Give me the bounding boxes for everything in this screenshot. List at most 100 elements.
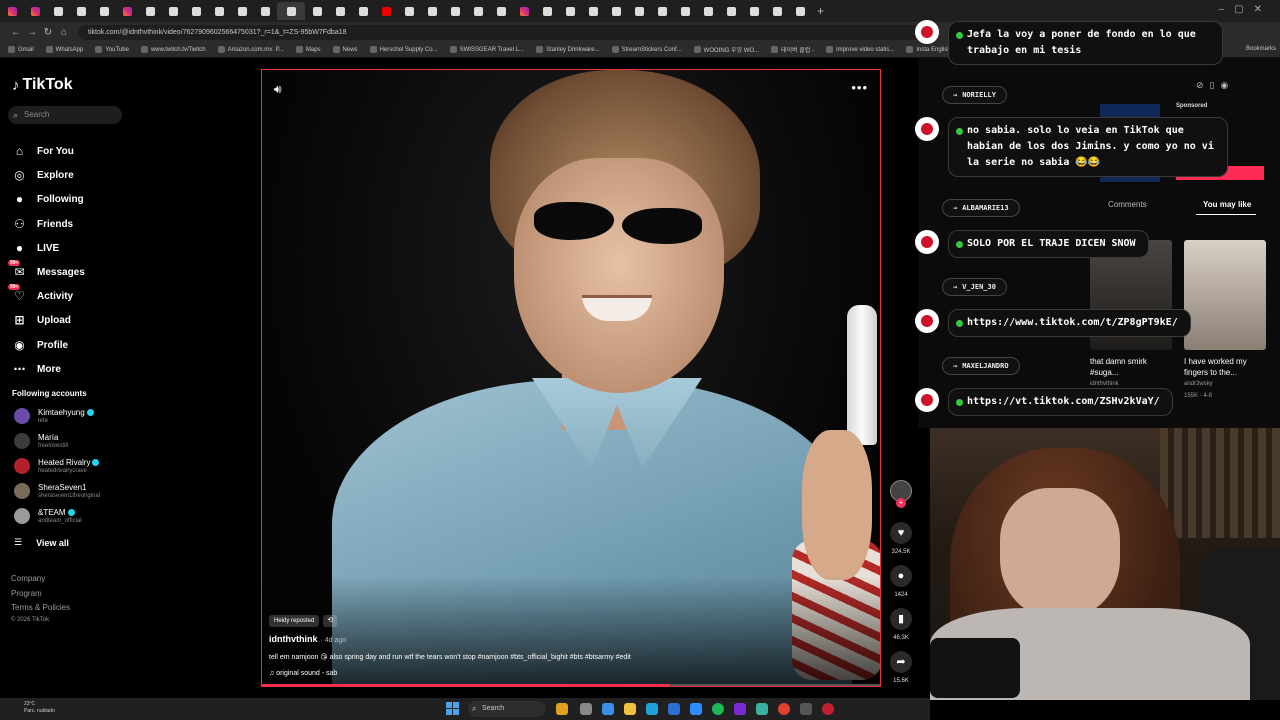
browser-tab[interactable] bbox=[651, 2, 673, 20]
bookmark-item[interactable]: Amazon.com.mx: P... bbox=[217, 46, 284, 53]
nav-item-for-you[interactable]: ⌂ For You bbox=[12, 142, 74, 160]
bookmark-icon[interactable]: ▮ bbox=[890, 608, 912, 630]
browser-tab[interactable] bbox=[789, 2, 811, 20]
recommended-title[interactable]: I have worked my fingers to the... bbox=[1184, 356, 1264, 378]
bookmark-item[interactable]: Gmail bbox=[8, 46, 34, 53]
footer-program[interactable]: Program bbox=[11, 589, 42, 598]
search-input[interactable]: ⌕ Search bbox=[8, 106, 122, 124]
back-icon[interactable]: ← bbox=[8, 27, 24, 38]
taskbar-app-icon[interactable] bbox=[822, 703, 834, 715]
browser-tab[interactable] bbox=[720, 2, 742, 20]
browser-tab[interactable] bbox=[329, 2, 351, 20]
recommended-title[interactable]: that damn smirk #suga... bbox=[1090, 356, 1170, 378]
browser-tab[interactable] bbox=[674, 2, 696, 20]
taskbar-app-icon[interactable] bbox=[556, 703, 568, 715]
browser-tab[interactable] bbox=[306, 2, 328, 20]
following-account[interactable]: María freelovestill bbox=[14, 433, 68, 449]
nav-item-activity[interactable]: ♡ 99+ Activity bbox=[8, 283, 73, 305]
bookmark-item[interactable]: SWISSGEAR Travel L... bbox=[449, 46, 524, 53]
browser-tab[interactable] bbox=[1, 2, 23, 20]
browser-tab[interactable] bbox=[513, 2, 535, 20]
url-field[interactable]: tiktok.com/@idnthvthink/video/7627909602… bbox=[78, 24, 938, 40]
top-right-icons[interactable]: ⊘▯◉ bbox=[1196, 80, 1234, 91]
author-name[interactable]: idnthvthink bbox=[269, 634, 318, 644]
nav-item-live[interactable]: ● LIVE bbox=[12, 239, 59, 257]
browser-tab-active[interactable] bbox=[277, 2, 305, 20]
like-icon[interactable]: ♥ bbox=[890, 522, 912, 544]
browser-tab[interactable] bbox=[490, 2, 512, 20]
bookmark-item[interactable]: WOOING 우잉 WO... bbox=[693, 45, 759, 54]
browser-tab[interactable] bbox=[421, 2, 443, 20]
following-account[interactable]: Heated Rivalry heatedrivalrycrave bbox=[14, 458, 100, 474]
browser-tab[interactable] bbox=[208, 2, 230, 20]
browser-tab[interactable] bbox=[398, 2, 420, 20]
bookmark-item[interactable]: WhatsApp bbox=[45, 46, 83, 53]
bookmark-item[interactable]: YouTube bbox=[95, 46, 129, 53]
browser-tab[interactable] bbox=[628, 2, 650, 20]
following-account[interactable]: Kimtaehyung tete bbox=[14, 408, 94, 424]
browser-tab[interactable] bbox=[467, 2, 489, 20]
bookmark-item[interactable]: 테이버 클럽 - bbox=[771, 45, 814, 54]
volume-icon[interactable]: 🔊︎ bbox=[274, 82, 282, 97]
video-player[interactable]: 🔊︎ ••• Heidy reposted ⟲ idnthvthink · 4d … bbox=[261, 69, 881, 687]
browser-tab[interactable] bbox=[24, 2, 46, 20]
edge-icon[interactable] bbox=[646, 703, 658, 715]
following-account[interactable]: &TEAM andteam_official bbox=[14, 508, 82, 524]
bookmark-item[interactable]: News bbox=[332, 46, 358, 53]
bookmark-item[interactable]: Maps bbox=[295, 46, 321, 53]
new-tab-icon[interactable]: + bbox=[817, 4, 824, 18]
repost-tag[interactable]: Heidy reposted ⟲ bbox=[269, 614, 338, 628]
browser-tab[interactable] bbox=[185, 2, 207, 20]
recommended-user[interactable]: andr3wsky bbox=[1184, 381, 1213, 387]
browser-tab[interactable] bbox=[375, 2, 397, 20]
spotify-icon[interactable] bbox=[712, 703, 724, 715]
weather-widget[interactable]: 23°C Parc. nublado bbox=[24, 701, 55, 715]
browser-tab[interactable] bbox=[116, 2, 138, 20]
browser-tab[interactable] bbox=[605, 2, 627, 20]
tab-comments[interactable]: Comments bbox=[1108, 200, 1147, 209]
browser-tab[interactable] bbox=[536, 2, 558, 20]
footer-terms[interactable]: Terms & Policies bbox=[11, 603, 70, 612]
nav-item-following[interactable]: ● Following bbox=[12, 190, 84, 208]
browser-tab[interactable] bbox=[254, 2, 276, 20]
footer-company[interactable]: Company bbox=[11, 574, 45, 583]
browser-tab[interactable] bbox=[231, 2, 253, 20]
browser-tab[interactable] bbox=[766, 2, 788, 20]
browser-tab[interactable] bbox=[47, 2, 69, 20]
chrome-icon[interactable] bbox=[778, 703, 790, 715]
nav-item-profile[interactable]: ◉ Profile bbox=[12, 336, 68, 354]
tab-you-may-like[interactable]: You may like bbox=[1203, 200, 1251, 209]
following-account[interactable]: SheraSeven1 sheraseven1theoriginal bbox=[14, 483, 100, 499]
reload-icon[interactable]: ↻ bbox=[40, 27, 56, 38]
browser-tab[interactable] bbox=[352, 2, 374, 20]
browser-tab[interactable] bbox=[162, 2, 184, 20]
repost-icon[interactable]: ⟲ bbox=[323, 615, 338, 627]
windows-start-icon[interactable] bbox=[446, 702, 459, 715]
follow-plus-icon[interactable]: + bbox=[896, 498, 906, 508]
nav-item-upload[interactable]: ⊞ Upload bbox=[12, 311, 70, 329]
comment-icon[interactable]: ● bbox=[890, 565, 912, 587]
nav-item-explore[interactable]: ◎ Explore bbox=[12, 166, 73, 184]
browser-tab[interactable] bbox=[93, 2, 115, 20]
video-sound[interactable]: ♫ original sound - sab bbox=[269, 670, 337, 677]
tiktok-logo[interactable]: ♪ TikTok bbox=[12, 76, 73, 94]
browser-tab[interactable] bbox=[697, 2, 719, 20]
share-icon[interactable]: ➦ bbox=[890, 651, 912, 673]
more-options-icon[interactable]: ••• bbox=[851, 80, 868, 95]
bookmark-item[interactable]: Improve video statis... bbox=[825, 46, 894, 53]
forward-icon[interactable]: → bbox=[24, 27, 40, 38]
taskbar-app-icon[interactable] bbox=[734, 703, 746, 715]
zoom-icon[interactable] bbox=[690, 703, 702, 715]
window-controls[interactable]: –▢✕ bbox=[1219, 4, 1272, 15]
recommended-thumbnail[interactable] bbox=[1184, 240, 1266, 350]
all-bookmarks[interactable]: Bookmarks bbox=[1246, 46, 1276, 52]
browser-tab[interactable] bbox=[70, 2, 92, 20]
taskbar-app-icon[interactable] bbox=[800, 703, 812, 715]
bookmark-item[interactable]: Stanley Drinkware... bbox=[535, 46, 600, 53]
taskbar-app-icon[interactable] bbox=[668, 703, 680, 715]
browser-tab[interactable] bbox=[139, 2, 161, 20]
file-explorer-icon[interactable] bbox=[624, 703, 636, 715]
nav-item-messages[interactable]: ✉ 99+ Messages bbox=[8, 259, 85, 281]
taskbar-app-icon[interactable] bbox=[756, 703, 768, 715]
taskbar-app-icon[interactable] bbox=[602, 703, 614, 715]
